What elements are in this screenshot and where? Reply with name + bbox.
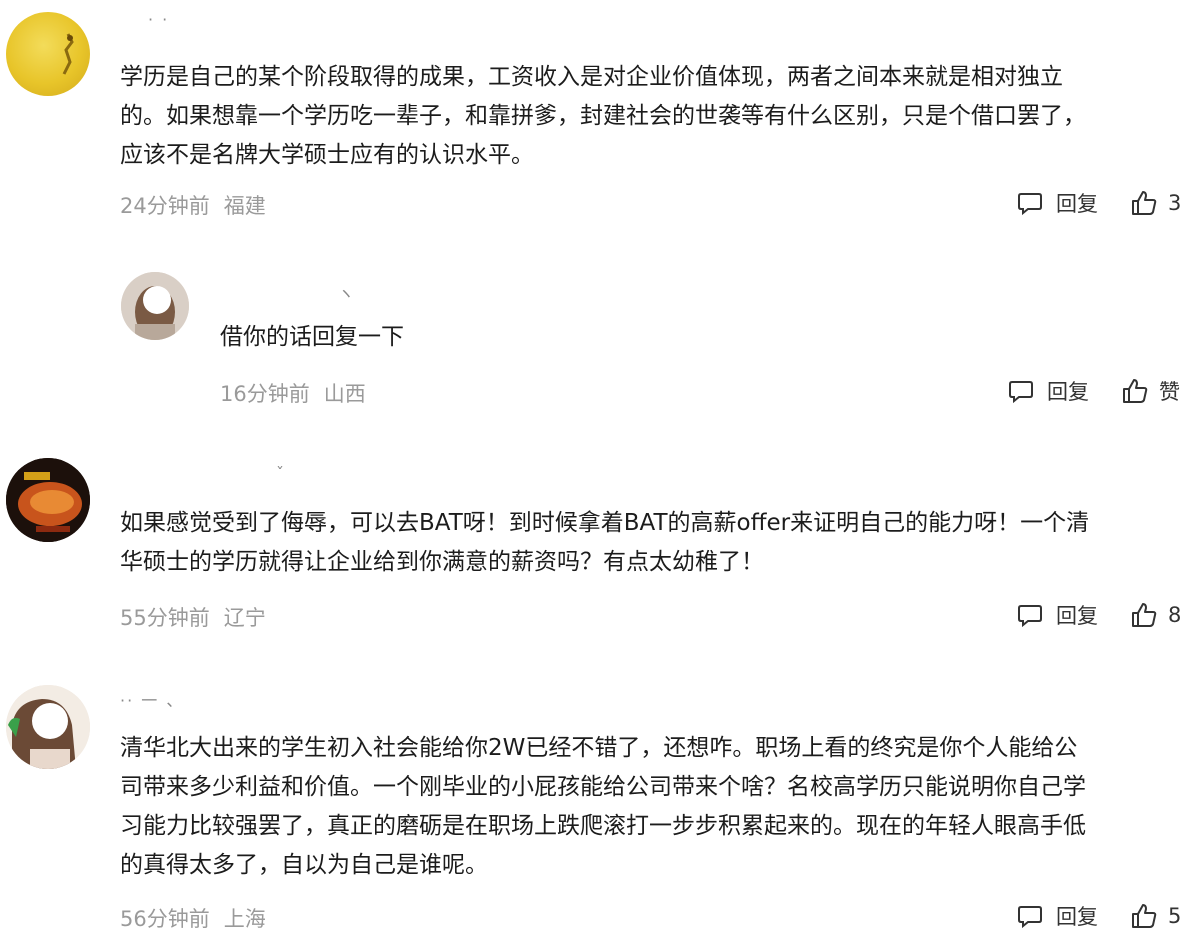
comment-line: 的。如果想靠一个学历吃一辈子，和靠拼爹，封建社会的世袭等有什么区别，只是个借口罢… <box>120 103 1086 129</box>
avatar-image <box>6 685 90 769</box>
comment-bubble-icon <box>1018 605 1042 628</box>
reply-label: 回复 <box>1056 604 1098 628</box>
like-count: 赞 <box>1159 380 1180 404</box>
reply-item: ヽ 借你的话回复一下 16分钟前 山西 回复 赞 <box>0 240 1194 440</box>
avatar[interactable] <box>121 272 189 340</box>
comment-time: 55分钟前 <box>120 606 210 630</box>
like-button[interactable]: 5 <box>1130 902 1181 930</box>
avatar[interactable] <box>6 685 90 769</box>
reply-button[interactable]: 回复 <box>1016 600 1098 630</box>
comment-line: 的真得太多了，自以为自己是谁呢。 <box>120 852 488 878</box>
comment-bubble-icon <box>1018 906 1042 929</box>
avatar-image <box>121 272 189 340</box>
thumbs-up-icon <box>1132 191 1157 215</box>
thumbs-up-icon <box>1123 379 1148 403</box>
username[interactable]: ·· 一 、 <box>120 687 184 711</box>
comment-item: · · 学历是自己的某个阶段取得的成果，工资收入是对企业价值体现，两者之间本来就… <box>0 0 1194 240</box>
comment-line: 借你的话回复一下 <box>220 324 404 350</box>
avatar[interactable] <box>6 12 90 96</box>
username[interactable]: ˇ <box>276 464 286 483</box>
like-button[interactable]: 3 <box>1130 189 1181 217</box>
comment-meta: 24分钟前 福建 <box>120 190 266 220</box>
comment-text: 如果感觉受到了侮辱，可以去BAT呀！到时候拿着BAT的高薪offer来证明自己的… <box>120 504 1190 582</box>
reply-button[interactable]: 回复 <box>1016 901 1098 931</box>
comment-bubble-icon <box>1009 381 1033 404</box>
thumbs-up-icon <box>1132 603 1157 627</box>
comment-time: 56分钟前 <box>120 907 210 931</box>
comment-location: 辽宁 <box>223 606 266 630</box>
comment-meta: 56分钟前 上海 <box>120 903 266 933</box>
reply-button[interactable]: 回复 <box>1007 376 1089 406</box>
comment-location: 山西 <box>323 382 366 406</box>
comment-line: 学历是自己的某个阶段取得的成果，工资收入是对企业价值体现，两者之间本来就是相对独… <box>120 64 1063 90</box>
comment-text: 清华北大出来的学生初入社会能给你2W已经不错了，还想咋。职场上看的终究是你个人能… <box>120 729 1190 885</box>
comment-line: 应该不是名牌大学硕士应有的认识水平。 <box>120 142 534 168</box>
like-count: 5 <box>1168 904 1182 928</box>
avatar-image <box>62 33 74 75</box>
comment-meta: 16分钟前 山西 <box>220 378 366 408</box>
comment-meta: 55分钟前 辽宁 <box>120 602 266 632</box>
comment-line: 如果感觉受到了侮辱，可以去BAT呀！到时候拿着BAT的高薪offer来证明自己的… <box>120 510 1090 536</box>
comment-location: 福建 <box>223 194 266 218</box>
comment-time: 24分钟前 <box>120 194 210 218</box>
reply-label: 回复 <box>1056 905 1098 929</box>
comment-time: 16分钟前 <box>220 382 310 406</box>
thumbs-up-icon <box>1132 904 1157 928</box>
reply-label: 回复 <box>1047 380 1089 404</box>
avatar[interactable] <box>6 458 90 542</box>
comment-line: 华硕士的学历就得让企业给到你满意的薪资吗？有点太幼稚了！ <box>120 549 764 575</box>
comment-item: ˇ 如果感觉受到了侮辱，可以去BAT呀！到时候拿着BAT的高薪offer来证明自… <box>0 440 1194 665</box>
comment-text: 学历是自己的某个阶段取得的成果，工资收入是对企业价值体现，两者之间本来就是相对独… <box>120 58 1190 175</box>
username[interactable]: · · <box>148 10 169 29</box>
like-count: 3 <box>1168 191 1182 215</box>
username[interactable]: ヽ <box>338 280 356 304</box>
comment-item: ·· 一 、 清华北大出来的学生初入社会能给你2W已经不错了，还想咋。职场上看的… <box>0 665 1194 942</box>
comment-bubble-icon <box>1018 193 1042 216</box>
comment-line: 清华北大出来的学生初入社会能给你2W已经不错了，还想咋。职场上看的终究是你个人能… <box>120 735 1078 761</box>
comment-actions: 回复 赞 <box>1007 376 1180 406</box>
comment-location: 上海 <box>223 907 266 931</box>
reply-button[interactable]: 回复 <box>1016 188 1098 218</box>
avatar-image <box>6 458 90 542</box>
like-count: 8 <box>1168 603 1182 627</box>
like-button[interactable]: 8 <box>1130 601 1181 629</box>
comment-line: 习能力比较强罢了，真正的磨砺是在职场上跌爬滚打一步步积累起来的。现在的年轻人眼高… <box>120 813 1086 839</box>
comment-actions: 回复 5 <box>1016 901 1181 931</box>
comment-line: 司带来多少利益和价值。一个刚毕业的小屁孩能给公司带来个啥？名校高学历只能说明你自… <box>120 774 1086 800</box>
like-button[interactable]: 赞 <box>1121 376 1180 406</box>
comment-text: 借你的话回复一下 <box>220 318 1180 357</box>
reply-label: 回复 <box>1056 192 1098 216</box>
comment-actions: 回复 8 <box>1016 600 1181 630</box>
comment-actions: 回复 3 <box>1016 188 1181 218</box>
